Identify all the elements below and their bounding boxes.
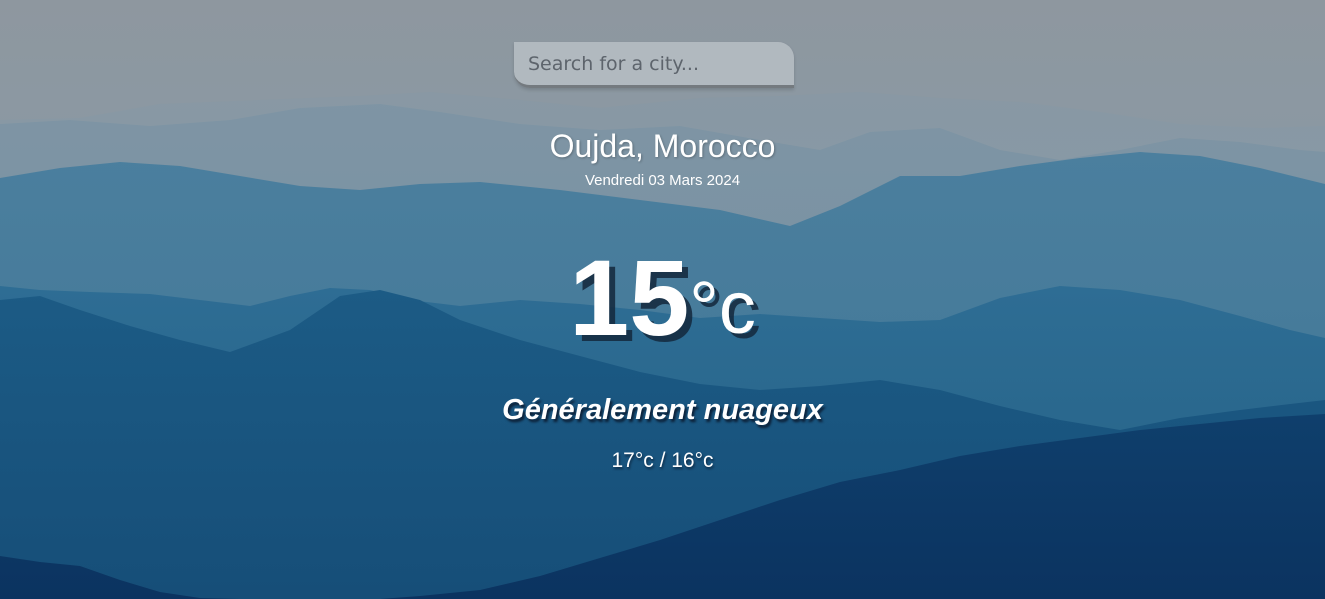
weather-app: Oujda, Morocco Vendredi 03 Mars 2024 15°… [0,0,1325,599]
weather-condition: Généralement nuageux [502,394,823,426]
city-search-input[interactable] [514,42,794,88]
city-name: Oujda, Morocco [549,128,776,164]
temperature-unit: °c [689,266,756,349]
temperature-display: 15°c [0,238,1325,368]
current-date: Vendredi 03 Mars 2024 [584,172,741,189]
high-low-temperature: 17°c / 16°c [611,449,714,472]
temperature-value: 15 [569,237,690,358]
